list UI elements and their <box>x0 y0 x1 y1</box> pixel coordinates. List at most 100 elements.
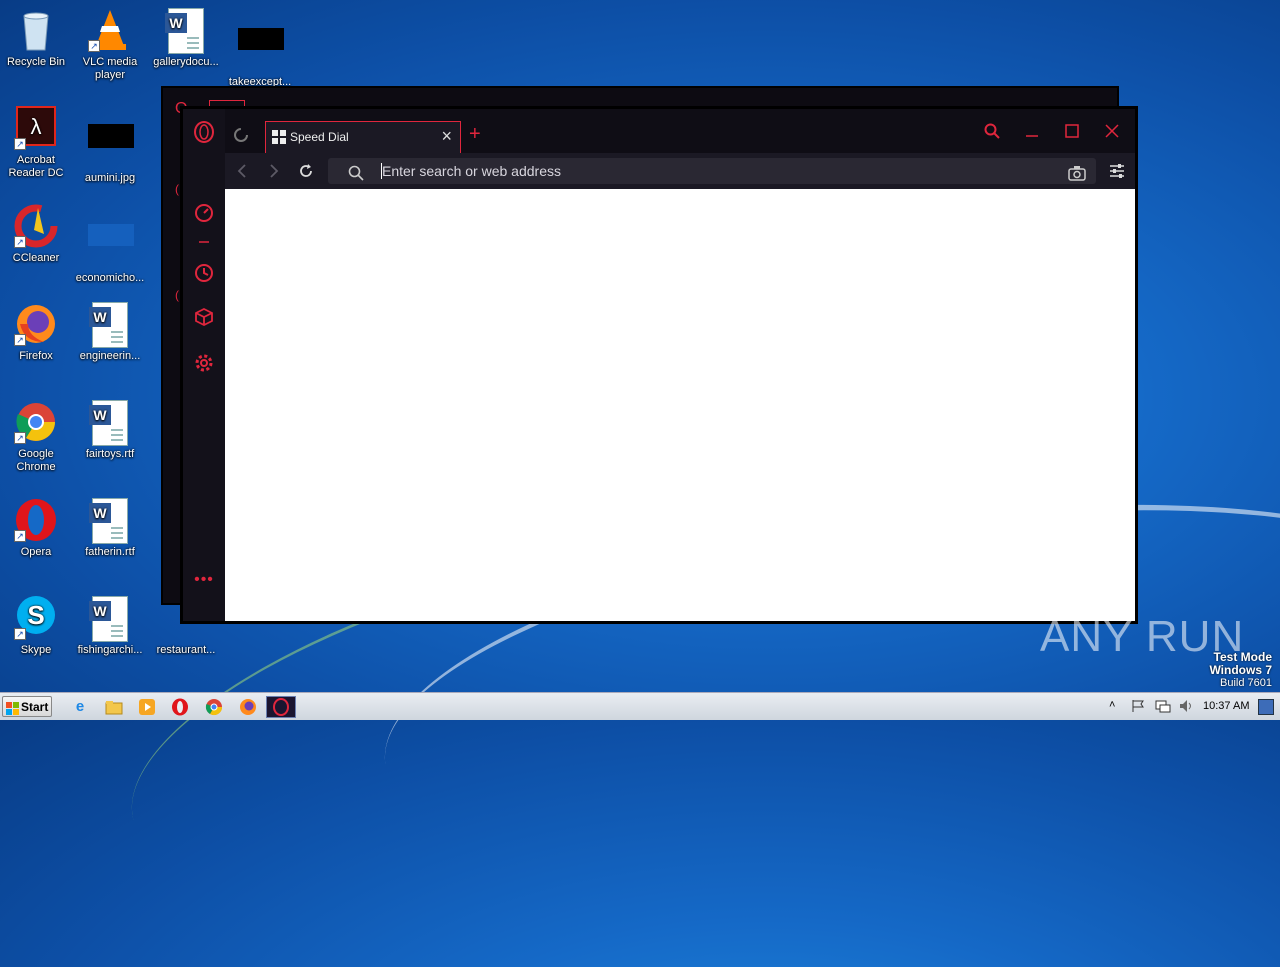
address-bar[interactable]: Enter search or web address <box>328 158 1096 184</box>
desktop-icon-label: gallerydocu... <box>153 56 219 68</box>
close-window-button[interactable] <box>1097 119 1127 143</box>
desktop-icon-label: Skype <box>20 644 52 656</box>
desktop-icon-firefox[interactable]: ↗ Firefox <box>0 300 74 363</box>
shortcut-arrow-icon: ↗ <box>14 138 26 150</box>
chrome-taskbar-icon[interactable] <box>202 696 226 718</box>
taskbar: Start e ˄ 10:37 AM <box>0 692 1280 720</box>
more-options-icon[interactable]: ••• <box>193 569 215 591</box>
firefox-taskbar-icon[interactable] <box>236 696 260 718</box>
desktop-icon-label: restaurant... <box>156 644 216 656</box>
speedometer-icon[interactable] <box>193 201 215 223</box>
desktop-icon-label: engineerin... <box>79 350 141 362</box>
desktop-icon-label: Recycle Bin <box>6 56 66 68</box>
action-center-flag-icon[interactable] <box>1131 699 1145 718</box>
desktop-icon-economicho[interactable]: economicho... <box>72 202 148 285</box>
back-button[interactable] <box>233 162 251 185</box>
recycle-bin-icon <box>14 8 58 52</box>
desktop-icon-ccleaner[interactable]: ↗ CCleaner <box>0 202 74 265</box>
opera-taskbar-icon[interactable] <box>168 696 192 718</box>
forward-button[interactable] <box>265 162 283 185</box>
acrobat-icon: λ ↗ <box>14 106 58 150</box>
desktop-icon-opera[interactable]: ↗ Opera <box>0 496 74 559</box>
loading-spinner-icon <box>233 127 249 143</box>
camera-snapshot-icon[interactable] <box>1068 163 1086 189</box>
desktop-icon-acrobat[interactable]: λ ↗ Acrobat Reader DC <box>0 104 74 180</box>
desktop-icon-vlc[interactable]: ↗ VLC media player <box>72 6 148 82</box>
shortcut-arrow-icon: ↗ <box>14 334 26 346</box>
shortcut-arrow-icon: ↗ <box>14 530 26 542</box>
shortcut-arrow-icon: ↗ <box>14 432 26 444</box>
word-document-icon: W <box>88 400 132 446</box>
desktop-icon-chrome[interactable]: ↗ Google Chrome <box>0 398 74 474</box>
shortcut-arrow-icon: ↗ <box>14 236 26 248</box>
file-explorer-icon[interactable] <box>102 696 126 718</box>
desktop-icon-label: VLC media player <box>82 56 138 81</box>
opera-gx-active-taskbar-icon[interactable] <box>266 696 296 718</box>
browser-sidebar: ••• <box>183 109 225 621</box>
watermark-line: Windows 7 <box>1209 663 1272 677</box>
minimize-button[interactable] <box>1017 119 1047 143</box>
search-icon <box>348 163 364 189</box>
skype-icon: S ↗ <box>14 596 58 640</box>
vlc-cone-icon: ↗ <box>88 8 132 52</box>
extensions-cube-icon[interactable] <box>193 306 215 328</box>
watermark-line: Build 7601 <box>1220 677 1272 689</box>
desktop-icon-label: economicho... <box>75 272 145 284</box>
clock[interactable]: 10:37 AM <box>1203 700 1249 712</box>
desktop-icon-fairtoys[interactable]: W fairtoys.rtf <box>72 398 148 461</box>
desktop-icon-aumini[interactable]: aumini.jpg <box>72 104 148 185</box>
show-hidden-icons-button[interactable]: ˄ <box>1109 699 1115 711</box>
network-icon[interactable] <box>1155 699 1171 718</box>
desktop-icon-gallerydocu[interactable]: W gallerydocu... <box>148 6 224 69</box>
history-clock-icon[interactable] <box>193 262 215 284</box>
volume-speaker-icon[interactable] <box>1179 699 1195 718</box>
desktop-icon-label: fairtoys.rtf <box>85 448 135 460</box>
show-desktop-button[interactable] <box>1258 699 1274 715</box>
desktop-icon-takeexcept[interactable]: takeexcept... <box>222 6 298 89</box>
desktop-icon-label: Firefox <box>19 350 53 362</box>
internet-explorer-icon[interactable]: e <box>68 696 92 718</box>
sidebar-fragment-icon: ( <box>175 182 179 196</box>
desktop-icon-fatherin[interactable]: W fatherin.rtf <box>72 496 148 559</box>
media-player-icon[interactable] <box>135 696 159 718</box>
image-thumbnail-icon <box>88 224 134 268</box>
start-button[interactable]: Start <box>2 696 52 717</box>
system-tray: ˄ 10:37 AM <box>1105 693 1280 721</box>
new-tab-button[interactable]: + <box>469 123 481 146</box>
reload-button[interactable] <box>297 162 315 185</box>
ccleaner-icon: ↗ <box>14 204 58 248</box>
shortcut-arrow-icon: ↗ <box>14 628 26 640</box>
desktop-icon-label: CCleaner <box>12 252 60 264</box>
sidebar-divider-icon <box>193 231 215 253</box>
page-content[interactable] <box>225 189 1135 621</box>
windows-logo-icon <box>6 701 19 722</box>
navigation-toolbar: Enter search or web address <box>225 153 1135 189</box>
word-document-icon: W <box>88 498 132 544</box>
address-input[interactable]: Enter search or web address <box>382 158 561 184</box>
desktop-icon-recycle-bin[interactable]: Recycle Bin <box>0 6 74 69</box>
word-document-icon: W <box>164 8 208 54</box>
word-document-icon: W <box>88 302 132 348</box>
tab-close-icon[interactable]: × <box>441 126 452 147</box>
browser-window[interactable]: ••• Speed Dial × + Enter search or web a… <box>180 106 1138 624</box>
search-tabs-icon[interactable] <box>977 119 1007 143</box>
desktop-icon-label: Acrobat Reader DC <box>8 154 64 179</box>
tab-speed-dial[interactable]: Speed Dial × <box>265 121 461 153</box>
desktop-icon-label: aumini.jpg <box>84 172 136 184</box>
desktop-icon-label: Opera <box>20 546 52 558</box>
desktop-icon-label: Google Chrome <box>16 448 56 473</box>
desktop-icon-fishingarchi[interactable]: W fishingarchi... <box>72 594 148 657</box>
settings-gear-icon[interactable] <box>193 352 215 374</box>
image-thumbnail-icon <box>238 28 284 72</box>
word-document-icon: W <box>88 596 132 642</box>
maximize-button[interactable] <box>1057 119 1087 143</box>
desktop-icon-label: fishingarchi... <box>77 644 143 656</box>
tab-title: Speed Dial <box>290 130 349 144</box>
windows-test-mode-watermark: Test Mode Windows 7 Build 7601 <box>1209 651 1272 690</box>
opera-icon: ↗ <box>14 498 58 542</box>
easy-setup-icon[interactable] <box>1109 163 1125 184</box>
opera-logo-icon[interactable] <box>193 121 215 143</box>
desktop-icon-engineering[interactable]: W engineerin... <box>72 300 148 363</box>
desktop-icon-skype[interactable]: S ↗ Skype <box>0 594 74 657</box>
firefox-icon: ↗ <box>14 302 58 346</box>
